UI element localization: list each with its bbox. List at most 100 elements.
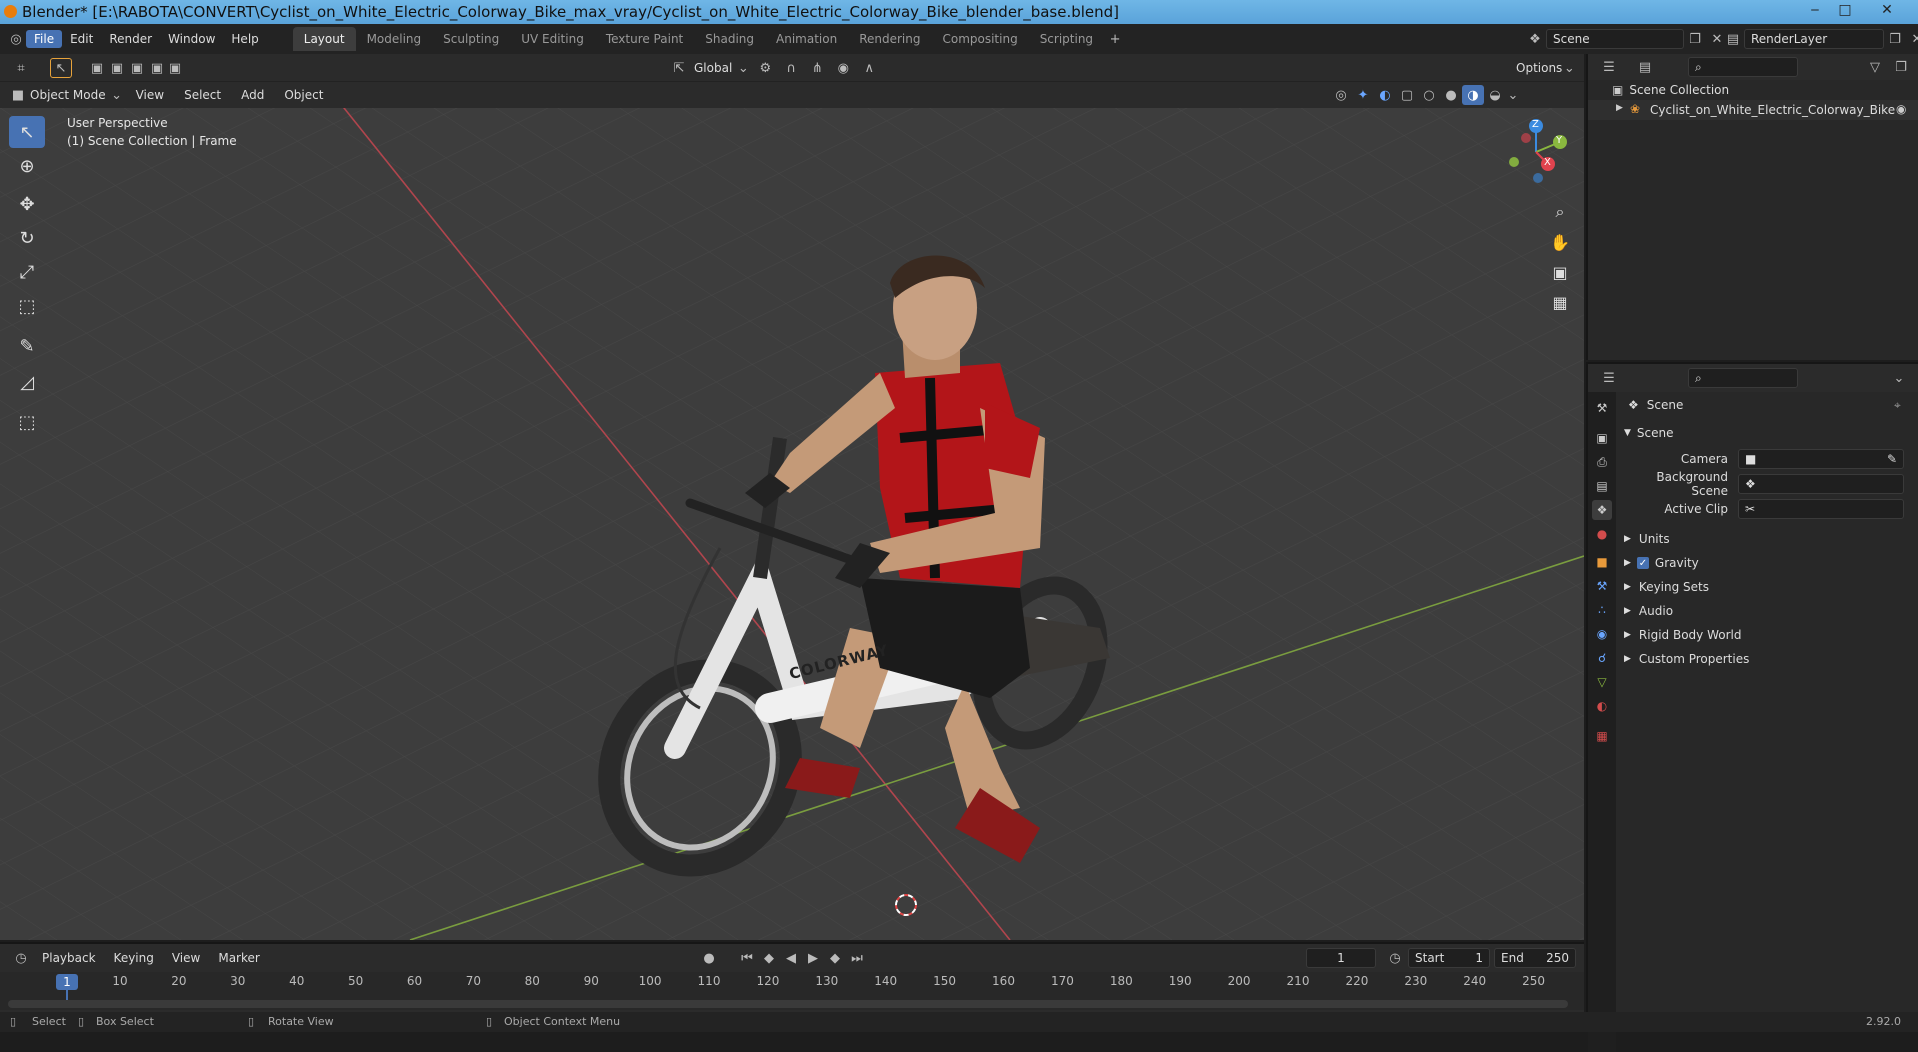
menu-window[interactable]: Window (160, 30, 223, 48)
minimize-button[interactable]: ‒ (1800, 0, 1830, 20)
add-cube-tool-button[interactable]: ⬚ (9, 406, 45, 438)
tab-output-icon[interactable]: ⎙ (1592, 452, 1612, 472)
timeline-menu-playback[interactable]: Playback (34, 949, 104, 967)
timeline-editor-type-icon[interactable]: ◷ (10, 948, 32, 968)
material-shading-icon[interactable]: ◑ (1462, 85, 1484, 105)
expand-arrow-icon[interactable]: ▶ (1616, 103, 1623, 113)
mode-new-icon[interactable]: ▣ (86, 58, 108, 78)
jump-end-icon[interactable]: ⏭ (846, 948, 868, 968)
transform-tool-button[interactable]: ⬚ (9, 290, 45, 322)
mode-invert-icon[interactable]: ▣ (164, 58, 186, 78)
mode-select[interactable]: Object Mode (30, 88, 106, 102)
outliner-search-input[interactable]: ⌕ (1688, 57, 1798, 77)
transform-orientation-select[interactable]: Global (694, 61, 732, 75)
mode-extend-icon[interactable]: ▣ (106, 58, 128, 78)
rendered-shading-icon[interactable]: ◒ (1484, 85, 1506, 105)
tab-modifier-icon[interactable]: ⚒ (1592, 576, 1612, 596)
panel-rigid-body-world[interactable]: ▶ Rigid Body World (1624, 624, 1741, 646)
options-menu[interactable]: Options (1516, 61, 1562, 75)
camera-view-icon[interactable]: ▣ (1546, 258, 1574, 286)
falloff-icon[interactable]: ∧ (858, 58, 880, 78)
tab-scripting[interactable]: Scripting (1029, 27, 1104, 51)
tab-world-icon[interactable]: ● (1592, 524, 1612, 544)
viewport-menu-view[interactable]: View (128, 86, 172, 104)
menu-file[interactable]: File (26, 30, 63, 48)
scene-name-field[interactable]: Scene (1546, 29, 1684, 49)
filter-icon[interactable]: ▽ (1864, 57, 1886, 77)
tab-animation[interactable]: Animation (765, 27, 848, 51)
editor-type-icon[interactable]: ⌗ (10, 58, 32, 78)
snap-target-icon[interactable]: ⋔ (806, 58, 828, 78)
snap-icon[interactable]: ∩ (780, 58, 802, 78)
menu-help[interactable]: Help (223, 30, 266, 48)
annotate-tool-button[interactable]: ✎ (9, 330, 45, 362)
tab-shading[interactable]: Shading (694, 27, 765, 51)
start-frame-field[interactable]: Start 1 (1408, 948, 1490, 968)
end-frame-field[interactable]: End 250 (1494, 948, 1576, 968)
cursor-tool-button[interactable]: ⊕ (9, 150, 45, 182)
record-icon[interactable]: ● (698, 948, 720, 968)
eye-visibility-icon[interactable]: ◉ (1896, 102, 1906, 116)
render-layer-field[interactable]: RenderLayer (1744, 29, 1884, 49)
gravity-checkbox[interactable]: ✓ (1636, 557, 1649, 569)
chevron-down-icon[interactable]: ⌄ (1888, 368, 1910, 388)
jump-start-icon[interactable]: ⏮ (736, 948, 758, 968)
blender-menu-icon[interactable]: ◎ (6, 29, 26, 49)
tab-scene-icon[interactable]: ❖ (1592, 500, 1612, 520)
tab-particles-icon[interactable]: ∴ (1592, 600, 1612, 620)
new-scene-icon[interactable]: ❐ (1684, 29, 1706, 49)
tab-uv-editing[interactable]: UV Editing (510, 27, 595, 51)
tab-sculpting[interactable]: Sculpting (432, 27, 510, 51)
tab-render-icon[interactable]: ▣ (1592, 428, 1612, 448)
xray-icon[interactable]: ▢ (1396, 85, 1418, 105)
outliner-row-object[interactable]: ▶ ❀ Cyclist_on_White_Electric_Colorway_B… (1588, 100, 1918, 120)
delete-layer-icon[interactable]: ✕ (1906, 29, 1918, 49)
camera-field[interactable]: ■ ✎ (1738, 449, 1904, 469)
menu-render[interactable]: Render (101, 30, 160, 48)
timeline-scrollbar[interactable] (8, 1000, 1568, 1008)
measure-tool-button[interactable]: ◿ (9, 366, 45, 398)
tab-texture-icon[interactable]: ▦ (1592, 726, 1612, 746)
prev-keyframe-icon[interactable]: ◆ (758, 948, 780, 968)
viewport-menu-select[interactable]: Select (176, 86, 229, 104)
timeline-ruler[interactable]: 1 10 20 30 40 50 60 70 80 90 100 110 120 130 140 150 16… (0, 972, 1584, 1010)
tab-tool-icon[interactable]: ⚒ (1592, 398, 1612, 418)
active-clip-field[interactable]: ✂ (1738, 499, 1904, 519)
properties-editor-type-icon[interactable]: ☰ (1598, 368, 1620, 388)
add-workspace-icon[interactable]: + (1104, 29, 1126, 49)
move-tool-button[interactable]: ✥ (9, 188, 45, 220)
tab-constraints-icon[interactable]: ☌ (1592, 648, 1612, 668)
tab-physics-icon[interactable]: ◉ (1592, 624, 1612, 644)
tab-modeling[interactable]: Modeling (356, 27, 433, 51)
select-tool-button[interactable]: ↖ (9, 116, 45, 148)
zoom-icon[interactable]: ⌕ (1546, 198, 1574, 226)
viewport-menu-add[interactable]: Add (233, 86, 272, 104)
visibility-icon[interactable]: ◎ (1330, 85, 1352, 105)
panel-gravity[interactable]: ▶ ✓ Gravity (1624, 552, 1699, 574)
view-layer-icon[interactable]: ▤ (1722, 29, 1744, 49)
preview-range-icon[interactable]: ◷ (1384, 948, 1406, 968)
scale-tool-button[interactable]: ⤢ (9, 256, 45, 288)
pan-hand-icon[interactable]: ✋ (1546, 228, 1574, 256)
rotate-tool-button[interactable]: ↻ (9, 222, 45, 254)
wireframe-shading-icon[interactable]: ○ (1418, 85, 1440, 105)
pivot-point-icon[interactable]: ⚙ (754, 58, 776, 78)
properties-search-input[interactable]: ⌕ (1688, 368, 1798, 388)
maximize-button[interactable]: □ (1830, 0, 1860, 20)
timeline-menu-marker[interactable]: Marker (210, 949, 267, 967)
tab-data-icon[interactable]: ▽ (1592, 672, 1612, 692)
eyedropper-icon[interactable]: ✎ (1887, 452, 1897, 466)
panel-units[interactable]: ▶ Units (1624, 528, 1670, 550)
current-frame-field[interactable]: 1 (1306, 948, 1376, 968)
scene-selector-icon[interactable]: ❖ (1524, 29, 1546, 49)
ortho-toggle-icon[interactable]: ▦ (1546, 288, 1574, 316)
display-mode-icon[interactable]: ▤ (1634, 57, 1656, 77)
proportional-edit-icon[interactable]: ◉ (832, 58, 854, 78)
panel-custom-properties[interactable]: ▶ Custom Properties (1624, 648, 1749, 670)
new-layer-icon[interactable]: ❐ (1884, 29, 1906, 49)
tab-layout[interactable]: Layout (292, 27, 356, 51)
current-frame-marker[interactable]: 1 (56, 974, 78, 990)
outliner-row-scene-collection[interactable]: ▣ Scene Collection (1612, 80, 1729, 100)
scene-section-header[interactable]: ▼ Scene (1624, 422, 1674, 444)
new-collection-icon[interactable]: ❐ (1890, 57, 1912, 77)
